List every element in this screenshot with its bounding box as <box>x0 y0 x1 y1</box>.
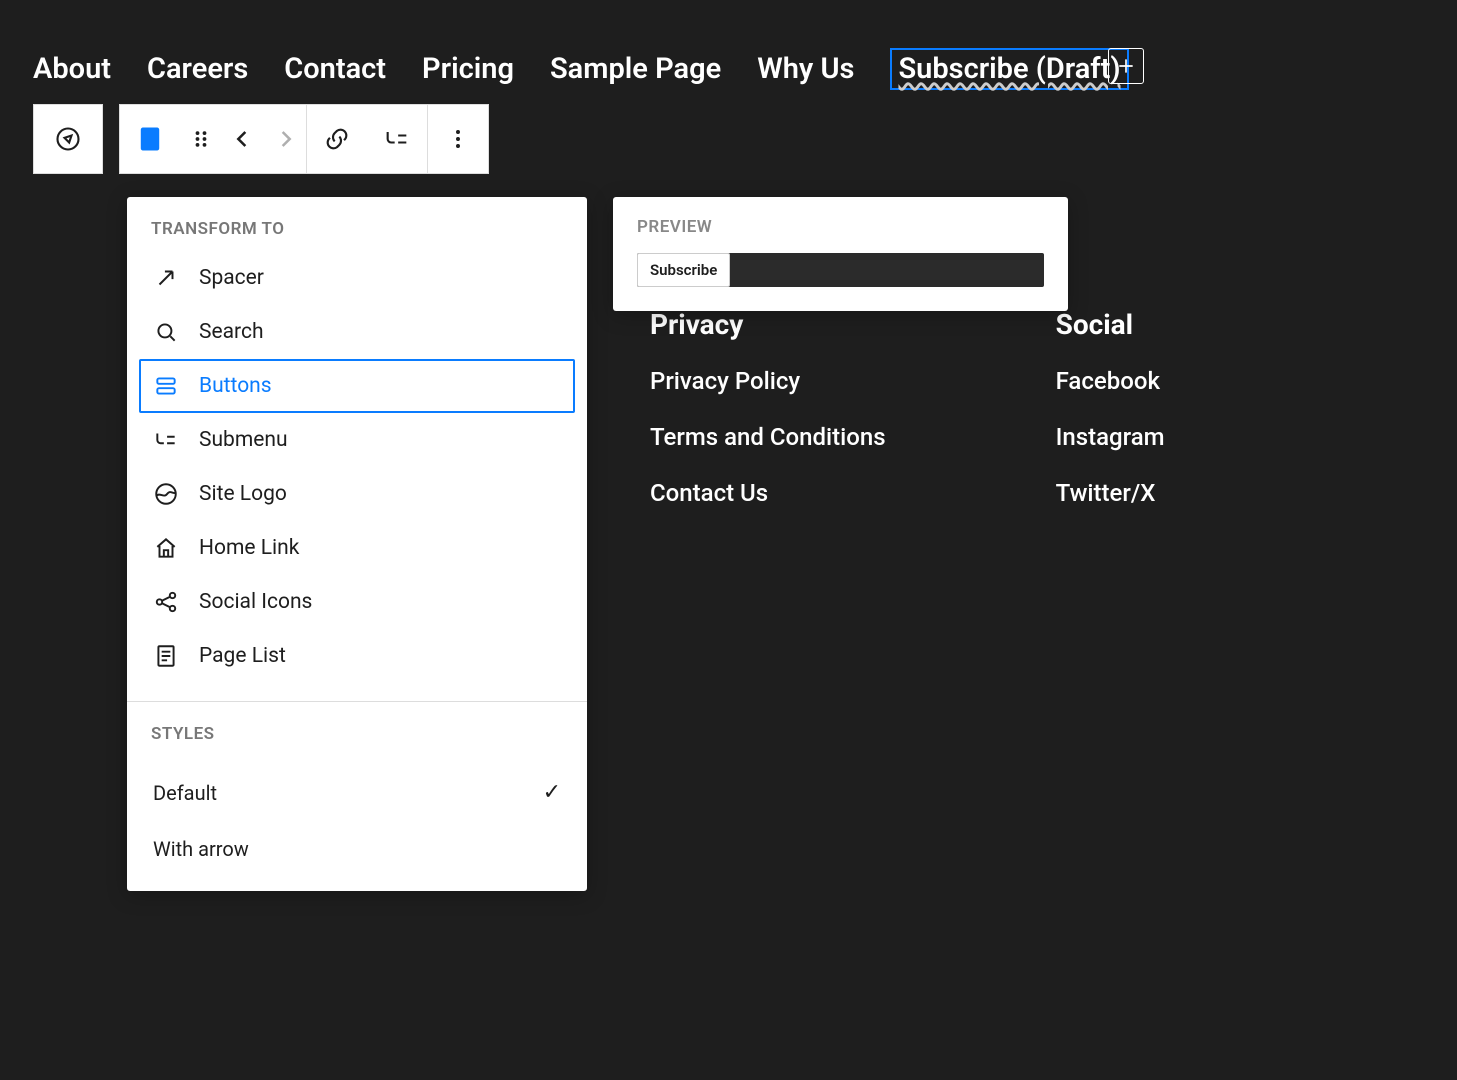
transform-label: Social Icons <box>199 590 312 614</box>
preview-popover: PREVIEW Subscribe <box>613 197 1068 311</box>
footer-col-social: Social Facebook Instagram Twitter/X <box>1056 308 1165 535</box>
block-toolbar <box>119 104 489 174</box>
footer-heading-privacy: Privacy <box>650 308 886 341</box>
transform-label: Spacer <box>199 266 264 290</box>
search-icon <box>153 319 179 345</box>
transform-home-link[interactable]: Home Link <box>139 521 575 575</box>
submenu-icon <box>153 427 179 453</box>
transform-popover: TRANSFORM TO Spacer Search Buttons Subme… <box>127 197 587 891</box>
nav-item-contact[interactable]: Contact <box>284 52 386 86</box>
transform-page-list[interactable]: Page List <box>139 629 575 683</box>
transform-label: Search <box>199 320 264 344</box>
footer-link[interactable]: Instagram <box>1056 423 1165 451</box>
chevron-right-icon <box>271 125 299 153</box>
transform-label: Page List <box>199 644 286 668</box>
footer-link[interactable]: Privacy Policy <box>650 367 886 395</box>
nav-item-why-us[interactable]: Why Us <box>757 52 854 86</box>
submenu-button[interactable] <box>367 105 427 173</box>
plus-icon <box>1116 56 1136 76</box>
more-vertical-icon <box>444 125 472 153</box>
preview-heading: PREVIEW <box>637 217 1044 237</box>
style-label: With arrow <box>153 837 249 861</box>
home-icon <box>153 535 179 561</box>
drag-icon <box>187 125 215 153</box>
nav-item-subscribe-draft[interactable]: Subscribe (Draft) <box>890 48 1128 90</box>
nav-item-about[interactable]: About <box>33 52 111 86</box>
transform-search[interactable]: Search <box>139 305 575 359</box>
footer-link[interactable]: Terms and Conditions <box>650 423 886 451</box>
buttons-icon <box>153 373 179 399</box>
footer-columns: Privacy Privacy Policy Terms and Conditi… <box>650 308 1165 535</box>
styles-list: Default ✓ With arrow <box>127 756 587 891</box>
style-with-arrow[interactable]: With arrow <box>127 821 587 877</box>
transform-label: Submenu <box>199 428 288 452</box>
share-icon <box>153 589 179 615</box>
compass-icon <box>54 125 82 153</box>
block-type-button[interactable] <box>120 105 180 173</box>
preview-row: Subscribe <box>637 253 1044 287</box>
transform-label: Site Logo <box>199 482 287 506</box>
styles-heading: STYLES <box>127 702 587 756</box>
move-left-button[interactable] <box>222 105 264 173</box>
submenu-icon <box>383 125 411 153</box>
spacer-icon <box>153 265 179 291</box>
nav-item-careers[interactable]: Careers <box>147 52 248 86</box>
link-icon <box>323 125 351 153</box>
page-list-icon <box>153 643 179 669</box>
preview-subscribe-button: Subscribe <box>637 253 730 287</box>
transform-list: Spacer Search Buttons Submenu Site Logo … <box>127 251 587 695</box>
chevron-left-icon <box>229 125 257 153</box>
transform-submenu[interactable]: Submenu <box>139 413 575 467</box>
transform-label: Buttons <box>199 374 272 398</box>
style-label: Default <box>153 781 217 805</box>
drag-handle[interactable] <box>180 105 222 173</box>
transform-heading: TRANSFORM TO <box>127 197 587 251</box>
footer-link[interactable]: Twitter/X <box>1056 479 1165 507</box>
transform-spacer[interactable]: Spacer <box>139 251 575 305</box>
nav-item-sample-page[interactable]: Sample Page <box>550 52 721 86</box>
style-default[interactable]: Default ✓ <box>127 764 587 821</box>
footer-link[interactable]: Contact Us <box>650 479 886 507</box>
link-button[interactable] <box>307 105 367 173</box>
add-block-button[interactable] <box>1108 48 1144 84</box>
block-inspector-button[interactable] <box>33 104 103 174</box>
transform-label: Home Link <box>199 536 299 560</box>
more-options-button[interactable] <box>428 105 488 173</box>
check-icon: ✓ <box>543 780 561 805</box>
footer-heading-social: Social <box>1056 308 1165 341</box>
transform-site-logo[interactable]: Site Logo <box>139 467 575 521</box>
move-right-button[interactable] <box>264 105 306 173</box>
footer-col-privacy: Privacy Privacy Policy Terms and Conditi… <box>650 308 886 535</box>
transform-social-icons[interactable]: Social Icons <box>139 575 575 629</box>
nav-item-pricing[interactable]: Pricing <box>422 52 514 86</box>
page-icon <box>136 125 164 153</box>
transform-buttons[interactable]: Buttons <box>139 359 575 413</box>
navigation-menu: About Careers Contact Pricing Sample Pag… <box>33 48 1129 90</box>
site-logo-icon <box>153 481 179 507</box>
footer-link[interactable]: Facebook <box>1056 367 1165 395</box>
